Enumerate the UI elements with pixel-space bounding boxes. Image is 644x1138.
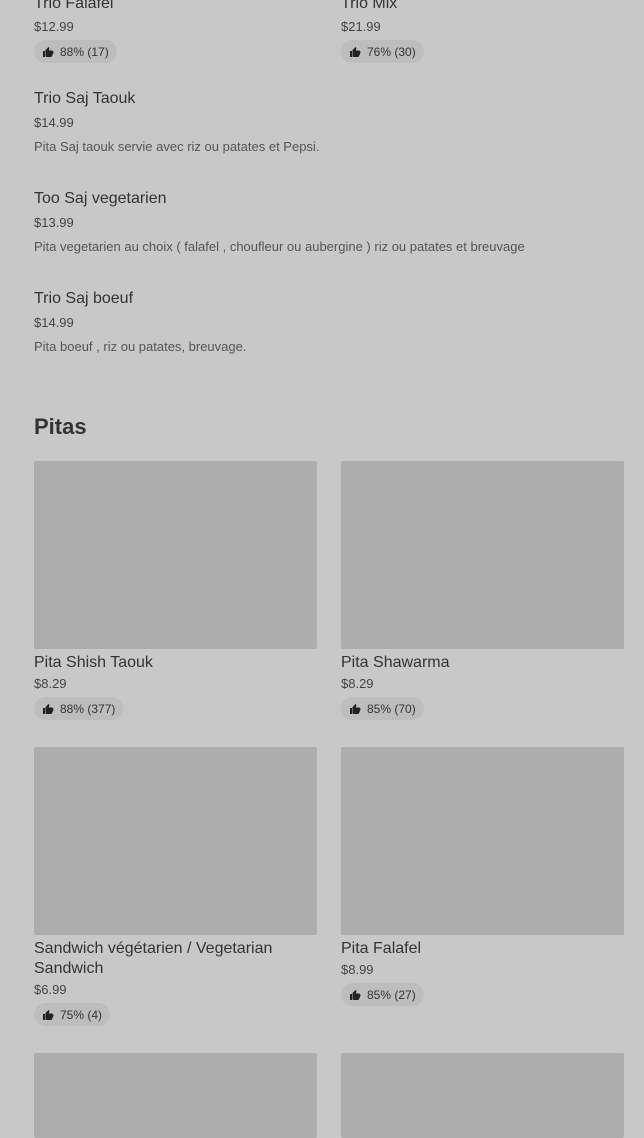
item-title: Pita Shish Taouk <box>34 654 153 671</box>
menu-item-card[interactable]: Pita Shish Taouk $8.29 88% (377) <box>34 461 317 720</box>
item-price: $14.99 <box>34 115 74 130</box>
rating-badge: 88% (377) <box>34 697 124 720</box>
rating-text: 88% (377) <box>60 701 116 716</box>
item-title: Trio Saj boeuf <box>34 290 134 307</box>
menu-list-item[interactable]: Trio Saj Taouk $14.99 Pita Saj taouk ser… <box>34 89 624 156</box>
rating-badge: 85% (27) <box>341 983 424 1006</box>
item-image <box>34 461 317 649</box>
menu-item-card[interactable]: Trio Falafel $12.99 88% (17) <box>34 0 317 63</box>
item-description: Pita Saj taouk servie avec riz ou patate… <box>34 139 320 154</box>
item-title: Trio Mix <box>341 0 398 12</box>
thumbs-up-icon <box>350 989 361 1000</box>
menu-list-item[interactable]: Trio Saj boeuf $14.99 Pita boeuf , riz o… <box>34 289 624 356</box>
menu-item-card[interactable]: Pita Falafel $8.99 85% (27) <box>341 747 624 1006</box>
menu-item-card[interactable]: Trio Mix $21.99 76% (30) <box>341 0 624 63</box>
rating-text: 85% (27) <box>367 987 416 1002</box>
rating-badge: 85% (70) <box>341 697 424 720</box>
rating-text: 85% (70) <box>367 701 416 716</box>
item-price: $12.99 <box>34 19 74 34</box>
item-price: $21.99 <box>341 19 381 34</box>
rating-badge: 88% (17) <box>34 40 117 63</box>
item-price: $8.29 <box>34 676 67 691</box>
rating-text: 88% (17) <box>60 44 109 59</box>
rating-text: 76% (30) <box>367 44 416 59</box>
item-title: Trio Falafel <box>34 0 114 12</box>
menu-page: Trio Falafel $12.99 88% (17) Trio Mix $2… <box>0 0 644 1138</box>
thumbs-up-icon <box>350 703 361 714</box>
menu-item-card[interactable]: Sandwich végétarien / Vegetarian Sandwic… <box>34 747 317 1026</box>
item-image <box>341 1053 624 1138</box>
item-price: $6.99 <box>34 982 67 997</box>
section-title: Pitas <box>34 414 87 439</box>
rating-badge: 76% (30) <box>341 40 424 63</box>
item-title: Too Saj vegetarien <box>34 190 167 207</box>
item-description: Pita vegetarien au choix ( falafel , cho… <box>34 239 525 254</box>
item-title: Pita Shawarma <box>341 654 450 671</box>
thumbs-up-icon <box>43 46 54 57</box>
menu-item-card[interactable] <box>34 1053 317 1138</box>
rating-badge: 75% (4) <box>34 1003 111 1026</box>
item-price: $14.99 <box>34 315 74 330</box>
rating-text: 75% (4) <box>60 1007 103 1022</box>
menu-item-card[interactable]: Pita Shawarma $8.29 85% (70) <box>341 461 624 720</box>
item-description: Pita boeuf , riz ou patates, breuvage. <box>34 339 247 354</box>
item-title: Trio Saj Taouk <box>34 90 136 107</box>
thumbs-up-icon <box>43 703 54 714</box>
item-image <box>34 1053 317 1138</box>
item-image <box>34 747 317 935</box>
thumbs-up-icon <box>43 1009 54 1020</box>
item-title: Pita Falafel <box>341 940 422 957</box>
item-image <box>341 461 624 649</box>
item-image <box>341 747 624 935</box>
menu-list-item[interactable]: Too Saj vegetarien $13.99 Pita vegetarie… <box>34 189 624 256</box>
item-title: Sandwich végétarien / Vegetarian Sandwic… <box>34 940 273 977</box>
item-price: $13.99 <box>34 215 74 230</box>
thumbs-up-icon <box>350 46 361 57</box>
item-price: $8.99 <box>341 962 374 977</box>
item-price: $8.29 <box>341 676 374 691</box>
menu-item-card[interactable] <box>341 1053 624 1138</box>
